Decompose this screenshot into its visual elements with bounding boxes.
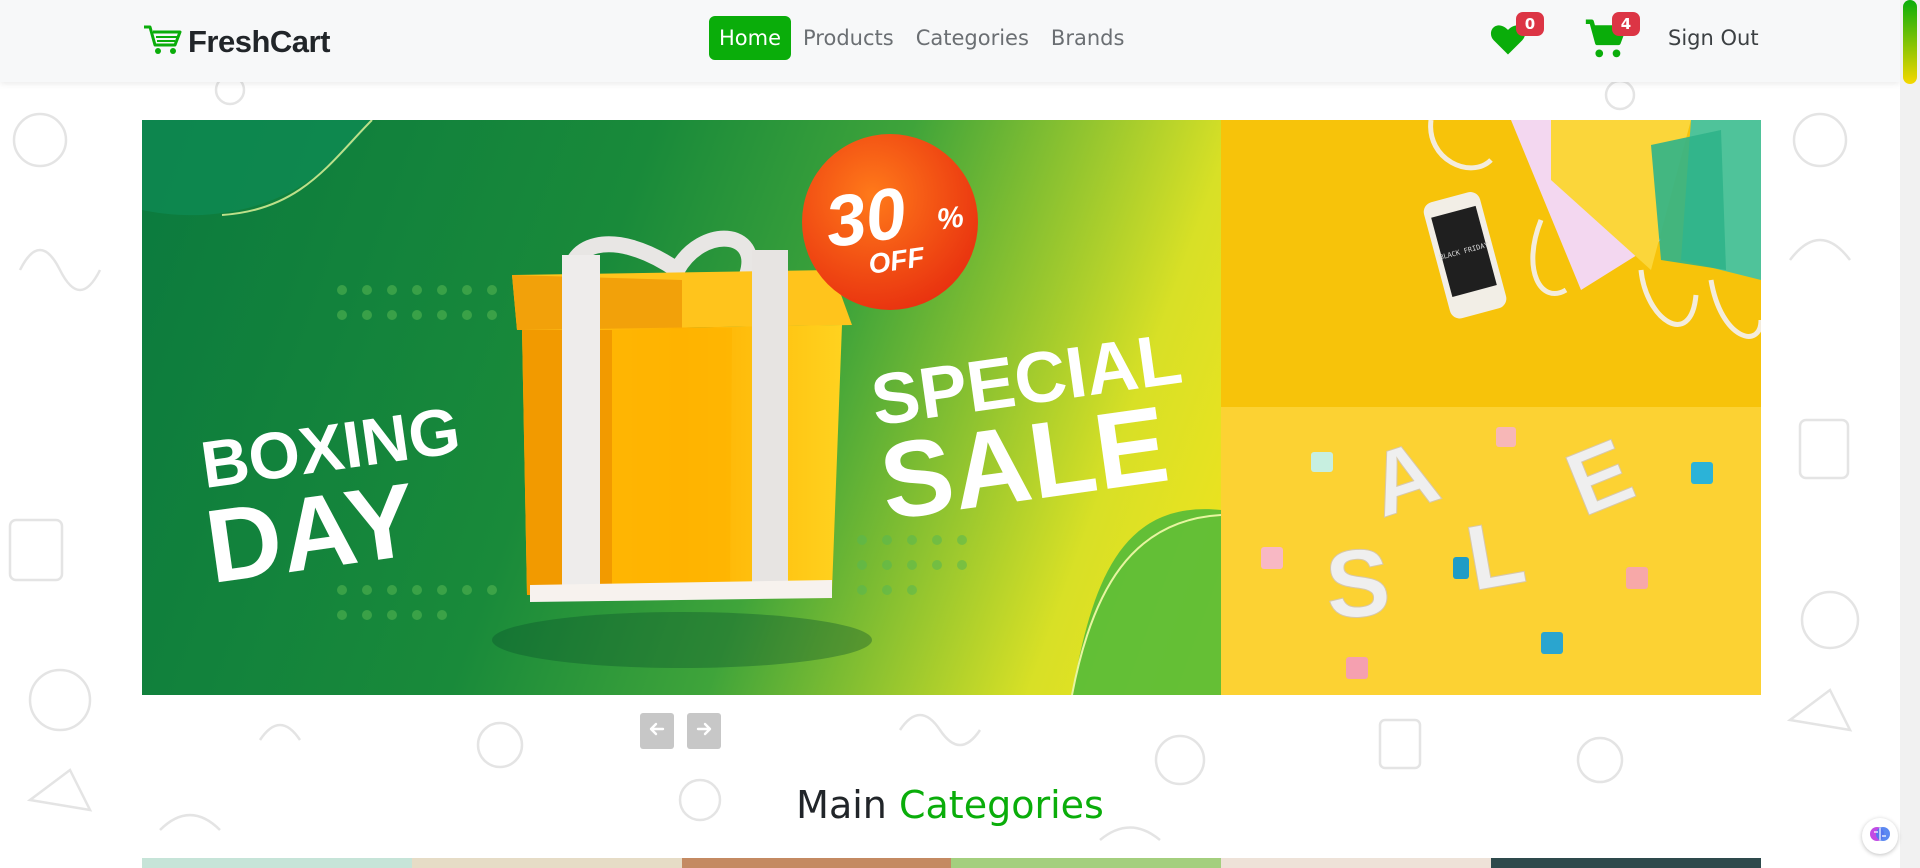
category-card-6[interactable] [1491, 858, 1761, 868]
category-card-4[interactable] [951, 858, 1222, 868]
brain-icon [1868, 822, 1892, 850]
navbar: FreshCart Home Products Categories Brand… [0, 0, 1900, 82]
category-card-1[interactable] [142, 858, 412, 868]
section-title-plain: Main [796, 783, 887, 827]
nav-link-home[interactable]: Home [709, 16, 792, 60]
nav-link-products[interactable]: Products [793, 16, 904, 60]
section-title: Main Categories [0, 783, 1900, 827]
hero-slider[interactable]: 30 % OFF BOXING DAY SPECIAL SALE [142, 120, 1221, 695]
heart-icon [1486, 25, 1530, 64]
arrow-right-icon [695, 720, 713, 742]
sale-letter-s: S [1322, 528, 1393, 639]
brand-name: FreshCart [188, 24, 330, 59]
sale-letter-e: E [1554, 421, 1647, 536]
main-nav: Home Products Categories Brands [709, 16, 1134, 60]
category-card-2[interactable] [411, 858, 682, 868]
sign-out-link[interactable]: Sign Out [1668, 26, 1759, 50]
promo-image-bags[interactable]: BLACK FRIDAY [1221, 120, 1761, 407]
arrow-left-icon [648, 720, 666, 742]
section-title-accent: Categories [898, 783, 1104, 827]
shopping-bags-image: BLACK FRIDAY [1423, 120, 1761, 339]
nav-link-categories[interactable]: Categories [906, 16, 1039, 60]
wishlist-count-badge: 0 [1516, 12, 1544, 36]
sale-letter-l: L [1459, 500, 1532, 610]
page-scrollbar[interactable] [1900, 0, 1920, 868]
cart-button[interactable]: 4 [1582, 12, 1640, 66]
cart-count-badge: 4 [1612, 12, 1640, 36]
nav-link-brands[interactable]: Brands [1041, 16, 1135, 60]
cart-icon [1582, 19, 1628, 66]
promo-image-sale[interactable]: S A L E [1221, 407, 1761, 695]
category-card-5[interactable] [1221, 858, 1492, 868]
boxing-day-banner: 30 % OFF BOXING DAY SPECIAL SALE [142, 120, 1221, 695]
assistant-bubble[interactable] [1862, 818, 1898, 854]
nav-actions: 0 4 [1486, 12, 1640, 66]
wishlist-button[interactable]: 0 [1486, 12, 1544, 64]
sale-letter-a: A [1358, 422, 1451, 537]
category-card-3[interactable] [681, 858, 952, 868]
shopping-cart-icon [142, 23, 184, 61]
scrollbar-thumb[interactable] [1903, 0, 1917, 84]
slider-prev-button[interactable] [640, 713, 674, 749]
sale-letters-image: S A L E [1261, 420, 1713, 679]
slider-next-button[interactable] [687, 713, 721, 749]
category-cards-strip [142, 858, 1761, 868]
discount-percent: % [935, 200, 966, 236]
brand-logo[interactable]: FreshCart [142, 22, 330, 62]
